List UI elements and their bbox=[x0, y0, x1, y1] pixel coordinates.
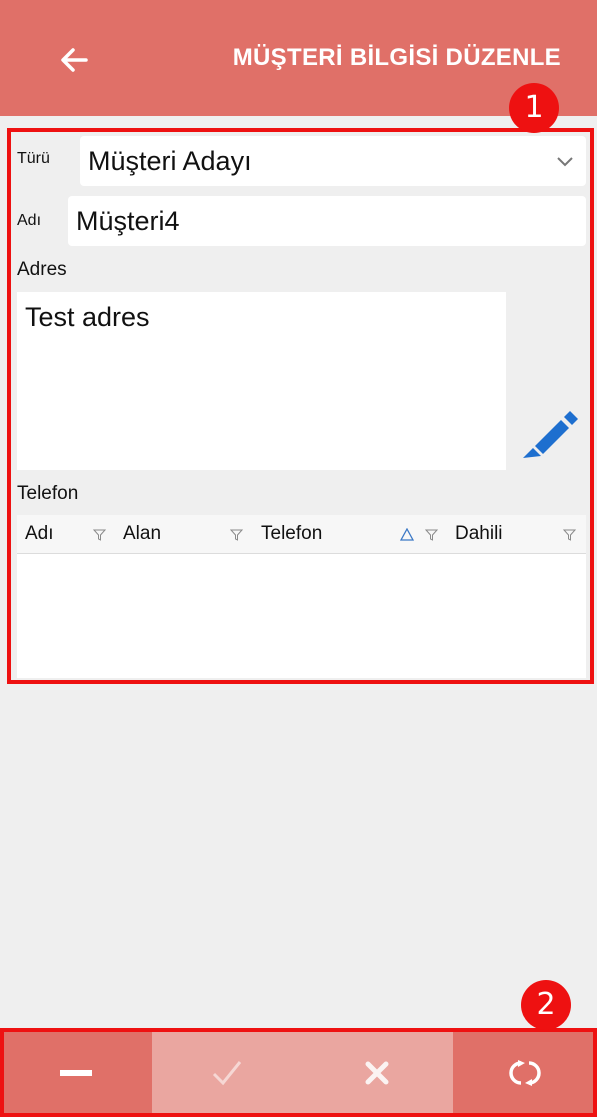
arrow-left-icon bbox=[61, 48, 88, 72]
page-title: MÜŞTERİ BİLGİSİ DÜZENLE bbox=[232, 44, 561, 71]
annotation-badge: 2 bbox=[521, 980, 571, 1030]
annotation-frame-toolbar bbox=[0, 1028, 597, 1117]
back-button[interactable] bbox=[52, 38, 96, 82]
annotation-badge: 1 bbox=[509, 83, 559, 133]
app-header: MÜŞTERİ BİLGİSİ DÜZENLE bbox=[0, 0, 597, 116]
annotation-frame-form bbox=[7, 128, 594, 684]
